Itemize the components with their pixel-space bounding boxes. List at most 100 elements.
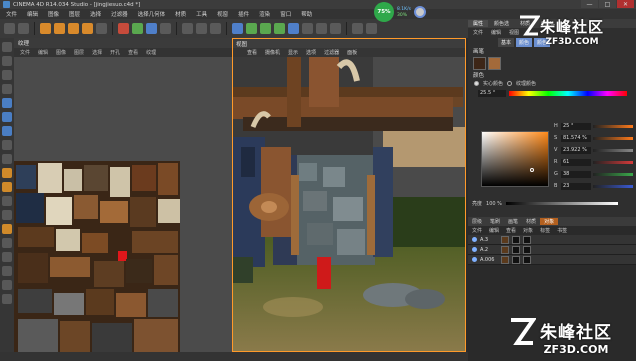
eraser-icon[interactable] [2,196,12,206]
texture-menu-edit[interactable]: 编辑 [38,49,48,56]
menu-layer[interactable]: 图层 [69,10,80,18]
texture-menu-holes[interactable]: 开孔 [110,49,120,56]
color-picker-icon[interactable] [2,252,12,262]
menu-filter[interactable]: 过滤器 [111,10,128,18]
paint-brush-icon[interactable] [2,168,12,178]
background-swatch[interactable] [488,56,501,70]
objects-menu-objects[interactable]: 对象 [523,227,533,234]
viewport-menu-display[interactable]: 显示 [288,49,298,56]
menu-file[interactable]: 文件 [6,10,17,18]
viewport-menu-panel[interactable]: 面板 [347,49,357,56]
objects-menu-file[interactable]: 文件 [472,227,482,234]
sculpt-icon[interactable] [2,294,12,304]
maximize-button[interactable]: □ [599,0,616,8]
saturation-value-picker[interactable] [481,131,549,187]
texture-mode-icon[interactable] [2,70,12,80]
array-icon[interactable] [274,23,285,34]
viewport-menu-filter[interactable]: 过滤器 [324,49,339,56]
slider-h-bar[interactable] [593,124,633,128]
uv-points-icon[interactable] [2,140,12,150]
object-row[interactable]: A.2 [468,245,636,255]
floor-icon[interactable] [302,23,313,34]
viewport-menu-view[interactable]: 查看 [247,49,257,56]
tab-attributes[interactable]: 属性 [468,20,489,27]
material-tag-icon[interactable] [501,255,509,264]
nurbs-icon[interactable] [260,23,271,34]
objects-menu-bookmarks[interactable]: 书签 [557,227,567,234]
slider-g-bar[interactable] [593,172,633,176]
texture-menu-layer[interactable]: 图层 [74,49,84,56]
menu-image[interactable]: 图像 [48,10,59,18]
menu-tools[interactable]: 工具 [196,10,207,18]
redo-icon[interactable] [18,23,29,34]
shape-tool-icon[interactable] [2,238,12,248]
render-picture-viewer-icon[interactable] [196,23,207,34]
material-tag-icon[interactable] [512,255,520,264]
object-row[interactable]: A.3 [468,235,636,245]
axis-x-icon[interactable] [118,23,129,34]
axis-mode-icon[interactable] [2,84,12,94]
deformer-icon[interactable] [288,23,299,34]
3d-viewport[interactable]: 视图 查看 摄像机 显示 选项 过滤器 面板 [232,38,466,352]
scale-icon[interactable] [68,23,79,34]
tab-brushes[interactable]: 笔刷 [486,218,504,225]
material-tag-icon[interactable] [512,245,520,254]
light-icon[interactable] [330,23,341,34]
coordinate-system-icon[interactable] [160,23,171,34]
clone-brush-icon[interactable] [2,210,12,220]
move-icon[interactable] [54,23,65,34]
texture-menu-texture[interactable]: 纹理 [146,49,156,56]
edges-mode-icon[interactable] [2,112,12,122]
objects-menu-edit[interactable]: 编辑 [489,227,499,234]
pen-spline-icon[interactable] [246,23,257,34]
cube-icon[interactable] [232,23,243,34]
material-tag-icon[interactable] [501,245,509,254]
material-tag-icon[interactable] [501,235,509,244]
attributes-menu-file[interactable]: 文件 [473,29,483,36]
attributes-menu-edit[interactable]: 编辑 [491,29,501,36]
snap-icon[interactable] [2,266,12,276]
minimize-button[interactable]: — [581,0,598,8]
solid-color-radio[interactable] [474,81,479,86]
texture-menu-image[interactable]: 图像 [56,49,66,56]
slider-r-value[interactable]: 61 [561,158,591,166]
paint-mode-icon[interactable] [352,23,363,34]
material-tag-icon[interactable] [523,235,531,244]
slider-g-value[interactable]: 38 [561,170,591,178]
material-tag-icon[interactable] [512,235,520,244]
texture-color-radio[interactable] [507,81,513,86]
rotate-icon[interactable] [82,23,93,34]
menu-render[interactable]: 渲染 [259,10,270,18]
text-tool-icon[interactable] [2,224,12,234]
accelerator-ball-icon[interactable] [413,6,426,18]
render-settings-icon[interactable] [210,23,221,34]
visibility-icon[interactable] [472,247,477,252]
menu-select-geometry[interactable]: 选择几何体 [138,10,166,18]
slider-r-bar[interactable] [593,160,633,164]
slider-v-bar[interactable] [593,148,633,152]
make-editable-icon[interactable] [2,42,12,52]
axis-z-icon[interactable] [146,23,157,34]
slider-s-bar[interactable] [593,136,633,140]
material-tag-icon[interactable] [523,255,531,264]
picker-cursor[interactable] [530,168,534,172]
uv-polygons-icon[interactable] [2,154,12,164]
objects-menu-view[interactable]: 查看 [506,227,516,234]
tab-paint[interactable]: 画笔 [504,218,522,225]
recent-tool-icon[interactable] [96,23,107,34]
mode-color-button[interactable]: 颜色 [516,37,533,47]
render-view-icon[interactable] [182,23,193,34]
visibility-icon[interactable] [472,237,477,242]
menu-window[interactable]: 窗口 [280,10,291,18]
points-mode-icon[interactable] [2,98,12,108]
texture-menu-select[interactable]: 选择 [92,49,102,56]
hue-spectrum-bar[interactable] [509,90,627,96]
menu-help[interactable]: 帮助 [301,10,312,18]
slider-s-value[interactable]: 81.574 % [561,134,591,142]
tab-materials[interactable]: 材质 [522,218,540,225]
close-button[interactable]: ✕ [617,0,634,8]
brightness-slider[interactable] [505,202,618,205]
paint-fill-icon[interactable] [2,182,12,192]
viewport-scene[interactable] [233,57,465,351]
object-row[interactable]: A.006 [468,255,636,265]
